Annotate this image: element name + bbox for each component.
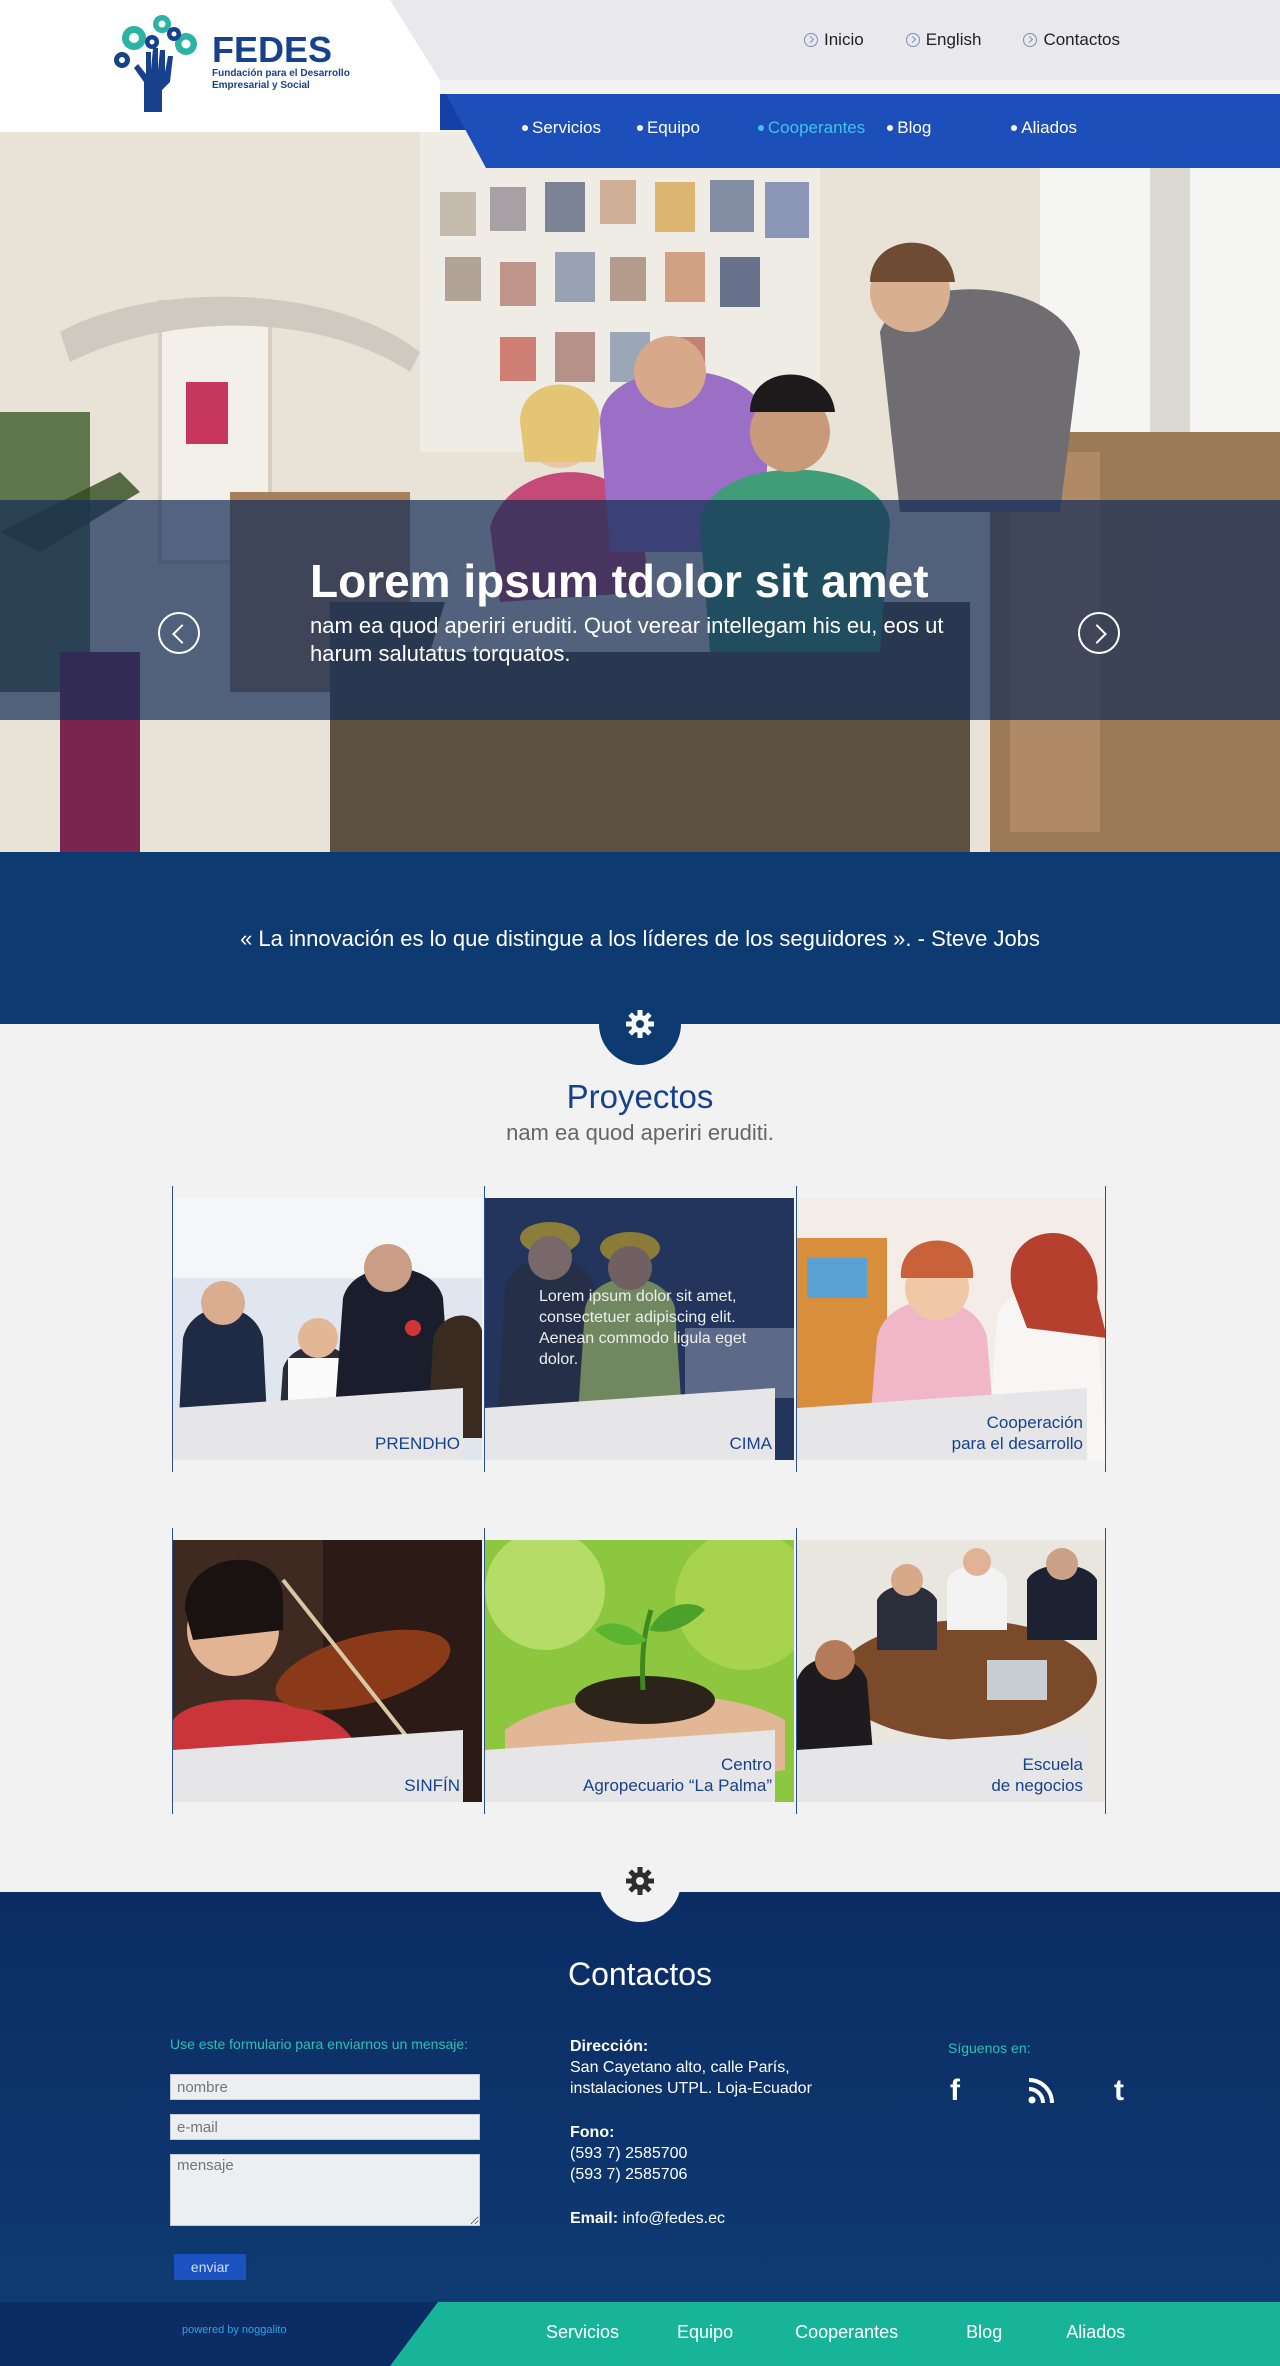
- quote-text: « La innovación es lo que distingue a lo…: [240, 926, 1040, 951]
- email-block: Email: info@fedes.ec: [570, 2208, 725, 2229]
- top-link-contactos[interactable]: Contactos: [1023, 30, 1120, 50]
- address-line-1: San Cayetano alto, calle París,: [570, 2059, 790, 2076]
- phone-block: Fono: (593 7) 2585700 (593 7) 2585706: [570, 2122, 687, 2185]
- footer-nav-blog[interactable]: Blog: [966, 2322, 1002, 2343]
- project-label: Escuela de negocios: [991, 1755, 1083, 1795]
- project-overlay-text: Lorem ipsum dolor sit amet, consectetuer…: [539, 1288, 747, 1368]
- chevron-circle-icon: [1023, 33, 1038, 47]
- chevron-circle-icon: [905, 33, 920, 47]
- nav-item-cooperantes[interactable]: Cooperantes: [758, 118, 865, 138]
- gear-divider: [599, 983, 681, 1065]
- hero-caption-overlay: [0, 500, 1280, 720]
- send-button[interactable]: enviar: [174, 2254, 246, 2280]
- chevron-circle-icon: [804, 33, 818, 47]
- address-label: Dirección:: [570, 2038, 649, 2055]
- message-field[interactable]: [170, 2154, 480, 2226]
- email-label: Email:: [570, 2210, 619, 2227]
- projects-title: Proyectos: [566, 1078, 714, 1115]
- slider-prev-arrow-icon[interactable]: [158, 612, 200, 654]
- address-line-2: instalaciones UTPL. Loja-Ecuador: [570, 2080, 812, 2097]
- gear-divider: [599, 1840, 681, 1922]
- hero-photo: [0, 132, 1280, 852]
- contact-title: Contactos: [567, 1956, 713, 1992]
- follow-label: Síguenos en:: [948, 2040, 1031, 2056]
- top-link-label: English: [925, 30, 982, 49]
- projects-subtitle: nam ea quod aperiri eruditi.: [506, 1120, 774, 1145]
- top-link-label: Contactos: [1043, 30, 1120, 49]
- project-card[interactable]: Escuela de negocios: [796, 1528, 1106, 1814]
- top-links: Inicio English Contactos: [804, 30, 1120, 50]
- name-field[interactable]: [170, 2074, 480, 2100]
- twitter-icon[interactable]: t: [1104, 2076, 1134, 2106]
- footer-nav-cooperantes[interactable]: Cooperantes: [795, 2322, 898, 2343]
- project-card[interactable]: Cooperación para el desarrollo: [796, 1186, 1106, 1472]
- facebook-icon[interactable]: f: [940, 2076, 970, 2106]
- project-card[interactable]: SINFÍN: [172, 1528, 482, 1814]
- hero-slider: [0, 132, 1280, 852]
- top-link-inicio[interactable]: Inicio: [804, 30, 864, 50]
- nav-item-equipo[interactable]: Equipo: [637, 118, 700, 138]
- logo-name: FEDES: [212, 29, 333, 70]
- hero-title: Lorem ipsum tdolor sit amet: [310, 555, 929, 607]
- phone-label: Fono:: [570, 2124, 615, 2141]
- address-block: Dirección: San Cayetano alto, calle Parí…: [570, 2036, 812, 2099]
- footer-nav-aliados[interactable]: Aliados: [1066, 2322, 1125, 2343]
- logo-subtitle-1: Fundación para el Desarrollo: [212, 68, 350, 79]
- project-label: CIMA: [729, 1434, 773, 1453]
- footer-nav-equipo[interactable]: Equipo: [677, 2322, 733, 2343]
- email-field[interactable]: [170, 2114, 480, 2140]
- email-value[interactable]: info@fedes.ec: [622, 2210, 725, 2227]
- nav-item-aliados[interactable]: Aliados: [1011, 118, 1077, 138]
- rss-icon[interactable]: [1026, 2076, 1056, 2106]
- gear-icon: [626, 1010, 654, 1038]
- logo[interactable]: FEDES Fundación para el Desarrollo Empre…: [112, 12, 372, 112]
- slider-next-arrow-icon[interactable]: [1078, 612, 1120, 654]
- footer-nav-servicios[interactable]: Servicios: [546, 2322, 619, 2343]
- logo-gears-hand-icon: [114, 15, 197, 112]
- top-link-label: Inicio: [824, 30, 864, 49]
- phone-1: (593 7) 2585700: [570, 2145, 688, 2162]
- form-label: Use este formulario para enviarnos un me…: [170, 2036, 469, 2052]
- nav-item-blog[interactable]: Blog: [887, 118, 931, 138]
- top-link-english[interactable]: English: [905, 30, 982, 50]
- project-label: Centro Agropecuario “La Palma”: [583, 1755, 772, 1795]
- project-label: PRENDHO: [374, 1434, 460, 1453]
- gear-icon: [626, 1867, 654, 1895]
- project-label: Cooperación para el desarrollo: [951, 1413, 1083, 1453]
- phone-2: (593 7) 2585706: [570, 2166, 688, 2183]
- project-card[interactable]: Lorem ipsum dolor sit amet, consectetuer…: [484, 1186, 794, 1472]
- project-card[interactable]: PRENDHO: [172, 1186, 482, 1472]
- hero-text: nam ea quod aperiri eruditi. Quot verear…: [310, 613, 944, 666]
- main-nav: Servicios Equipo Cooperantes Blog Aliado…: [446, 94, 1280, 168]
- project-card[interactable]: Centro Agropecuario “La Palma”: [484, 1528, 794, 1814]
- powered-by[interactable]: powered by noggalito: [182, 2324, 287, 2336]
- nav-item-servicios[interactable]: Servicios: [522, 118, 601, 138]
- footer-nav: Servicios Equipo Cooperantes Blog Aliado…: [390, 2302, 1280, 2366]
- project-label: SINFÍN: [404, 1776, 460, 1795]
- logo-subtitle-2: Empresarial y Social: [212, 80, 310, 91]
